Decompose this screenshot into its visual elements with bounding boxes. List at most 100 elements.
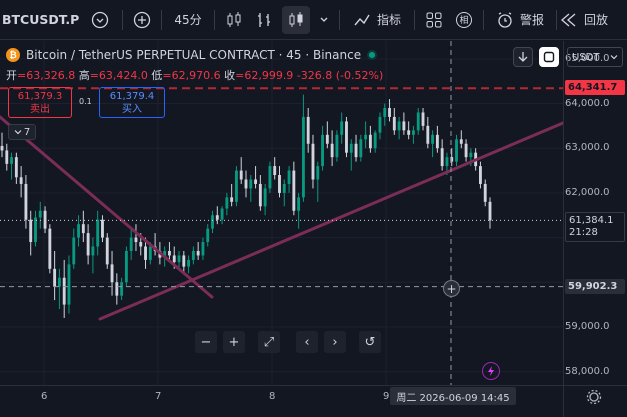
candle-body: [206, 228, 210, 243]
chevron-down-icon: [14, 130, 22, 135]
drawings-toggle[interactable]: 7: [8, 124, 36, 140]
candle-body: [10, 157, 14, 164]
candle-body: [134, 237, 138, 243]
candle-body: [469, 152, 473, 158]
crosshair-add-button[interactable]: +: [443, 280, 460, 297]
candle-body: [301, 116, 305, 198]
buy-button[interactable]: 61,379.4 买入: [99, 87, 165, 118]
open-value: =63,326.8: [17, 69, 76, 82]
candle-body: [292, 170, 296, 211]
candle-body: [388, 108, 391, 117]
candle-body: [306, 116, 310, 144]
compare-symbol-button[interactable]: [127, 0, 157, 40]
divider: [556, 9, 557, 30]
top-toolbar: BTCUSDT.P 45分 指标 相 警报 回放: [0, 0, 627, 40]
symbol-options-button[interactable]: [82, 0, 118, 40]
buy-price: 61,379.4: [109, 91, 155, 102]
settings-gear-icon[interactable]: [564, 386, 627, 417]
lightning-button[interactable]: [482, 362, 500, 380]
candle-body: [144, 246, 147, 260]
candle-body: [53, 268, 57, 287]
axis-corner: [563, 385, 627, 417]
candle-body: [244, 179, 248, 189]
scroll-right-button[interactable]: ›: [324, 331, 346, 353]
divider: [414, 9, 415, 30]
reset-chart-button[interactable]: ↺: [359, 331, 381, 353]
candle-type-button[interactable]: [219, 0, 249, 40]
time-label: 7: [155, 391, 162, 402]
candle-body: [196, 250, 200, 256]
candle-body: [392, 116, 396, 131]
candle-body: [77, 224, 80, 238]
candle-body: [239, 170, 243, 180]
indicators-icon: [354, 14, 370, 25]
chart-style-box: [282, 5, 310, 34]
symbol-search-button[interactable]: BTCUSDT.P: [0, 0, 82, 40]
candle-body: [34, 217, 37, 243]
scroll-left-button[interactable]: ‹: [296, 331, 318, 353]
alert-price-label: 64,341.7: [565, 80, 625, 96]
arrow-down-button[interactable]: [513, 47, 533, 67]
time-label: 6: [41, 391, 48, 402]
sell-button[interactable]: 61,379.3 卖出: [8, 87, 72, 118]
candle-body: [364, 134, 368, 140]
candle-body: [349, 143, 353, 153]
candle-body: [273, 166, 277, 176]
candle-body: [201, 242, 205, 256]
candle-body: [268, 166, 272, 189]
candles-icon: [227, 11, 241, 27]
candle-body: [412, 130, 415, 135]
price-tick-label: 62,000.0: [565, 186, 610, 198]
candle-body: [124, 250, 128, 283]
currency-select[interactable]: USDT: [567, 47, 623, 67]
candle-body: [435, 134, 439, 149]
candle-body: [335, 134, 339, 158]
templates-button[interactable]: [419, 0, 449, 40]
candle-body: [340, 121, 344, 135]
candle-body: [483, 183, 487, 202]
candle-body: [488, 201, 492, 221]
candle-body: [368, 134, 372, 149]
zoom-out-button[interactable]: −: [195, 331, 217, 353]
chart-style-dropdown[interactable]: [313, 0, 335, 40]
chart-style-active-button[interactable]: [279, 0, 313, 40]
replay-icon: [561, 13, 576, 26]
close-label: 收: [224, 69, 236, 82]
candle-body: [383, 108, 387, 117]
candle-body: [359, 139, 363, 158]
interval-button[interactable]: 45分: [166, 0, 210, 40]
price-chart: [0, 41, 565, 385]
fit-screen-button[interactable]: ⤢: [258, 331, 280, 353]
zoom-in-button[interactable]: +: [223, 331, 245, 353]
currency-value: USDT: [572, 51, 600, 63]
indicators-button[interactable]: 指标: [344, 0, 410, 40]
fit-controls: ⤢: [258, 331, 280, 353]
divider: [214, 9, 215, 30]
open-label: 开: [6, 69, 17, 82]
candle-body: [249, 179, 253, 189]
candle-body: [91, 246, 95, 256]
lightning-icon: [488, 366, 494, 376]
candle-body: [225, 197, 229, 209]
candle-body: [120, 282, 124, 296]
alert-button[interactable]: 警报: [488, 0, 552, 40]
candle-body: [0, 145, 4, 151]
layout-button[interactable]: 相: [449, 0, 479, 40]
legend-title[interactable]: Bitcoin / TetherUS PERPETUAL CONTRACT · …: [26, 48, 361, 62]
toggle-view-button[interactable]: [539, 47, 559, 67]
bar-countdown: 21:28: [569, 227, 598, 239]
candle-body: [316, 166, 320, 180]
candle-body: [115, 282, 119, 296]
chart-pane[interactable]: [0, 41, 565, 385]
divider: [339, 9, 340, 30]
candle-body: [440, 148, 444, 167]
crosshair-price-label: 59,902.3: [565, 278, 625, 294]
bars-type-button[interactable]: [249, 0, 279, 40]
candle-body: [378, 116, 382, 133]
candle-body: [373, 132, 377, 149]
candle-body: [182, 255, 186, 267]
candle-body: [67, 264, 71, 305]
replay-button[interactable]: 回放: [561, 0, 611, 40]
candle-body: [72, 237, 76, 265]
candle-body: [172, 255, 176, 263]
